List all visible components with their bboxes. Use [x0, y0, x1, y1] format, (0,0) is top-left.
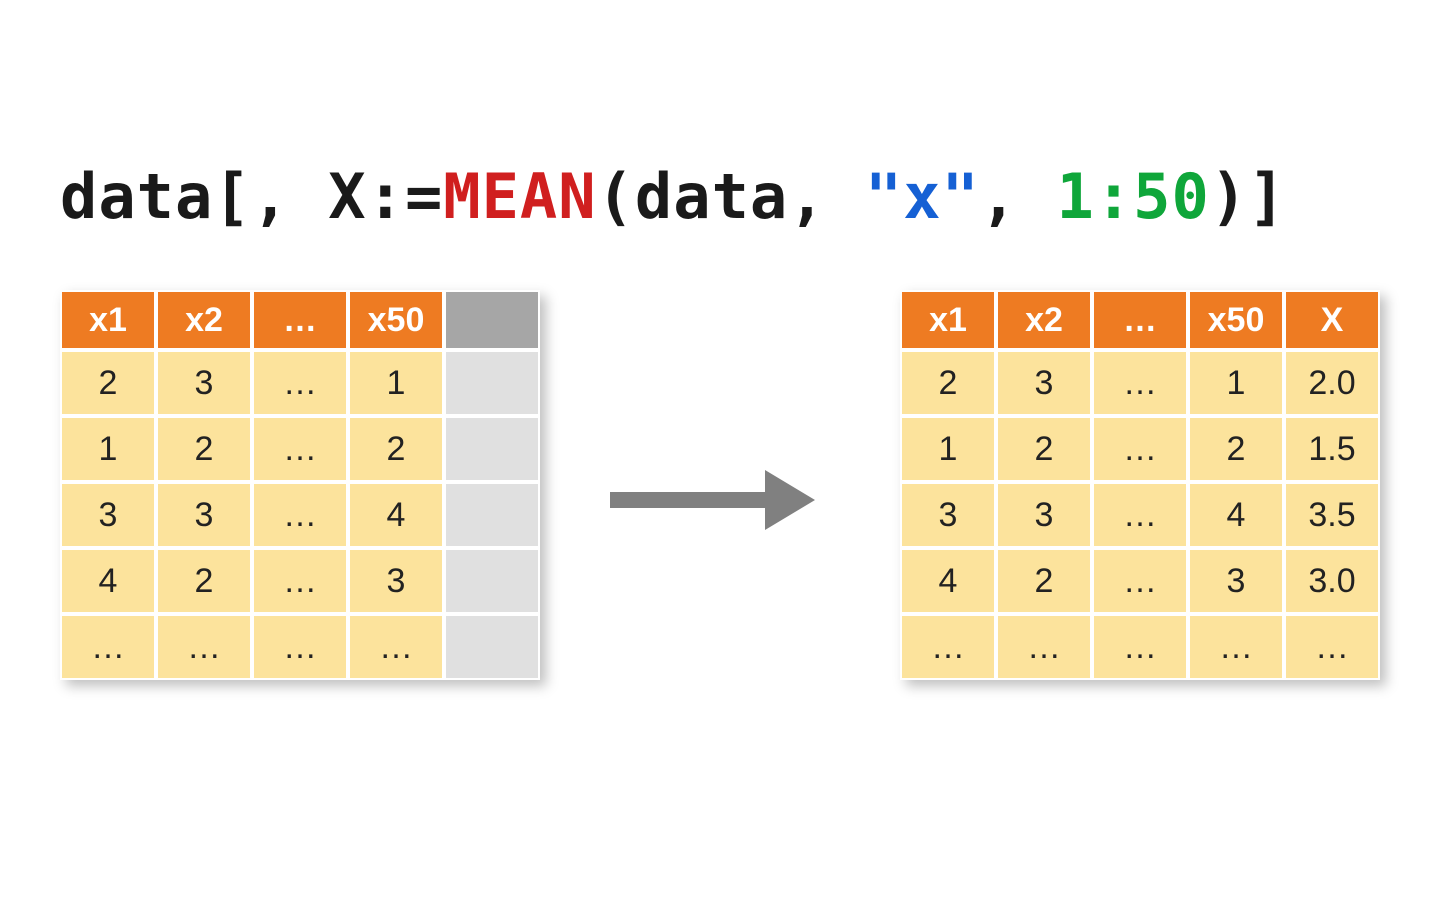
arrow-right-icon	[610, 470, 830, 530]
cell: 3.5	[1284, 482, 1380, 548]
code-mean-keyword: MEAN	[443, 160, 596, 233]
table-row: … … … …	[60, 614, 540, 680]
code-segment: )]	[1210, 160, 1287, 233]
cell: 3	[900, 482, 996, 548]
table-header-row: x1 x2 … x50 X	[900, 290, 1380, 350]
cell: …	[1092, 350, 1188, 416]
cell: 2	[996, 548, 1092, 614]
cell: …	[252, 614, 348, 680]
col-header: x50	[348, 290, 444, 350]
cell: 4	[348, 482, 444, 548]
cell-blank	[444, 350, 540, 416]
col-header: …	[1092, 290, 1188, 350]
table-row: 1 2 … 2	[60, 416, 540, 482]
cell: 3	[348, 548, 444, 614]
cell: 4	[900, 548, 996, 614]
table-row: 3 3 … 4 3.5	[900, 482, 1380, 548]
cell: 3.0	[1284, 548, 1380, 614]
cell: 4	[1188, 482, 1284, 548]
table-header-row: x1 x2 … x50	[60, 290, 540, 350]
cell: …	[252, 350, 348, 416]
cell: …	[252, 482, 348, 548]
cell: 3	[156, 482, 252, 548]
cell: …	[900, 614, 996, 680]
cell: …	[1092, 614, 1188, 680]
cell: 2	[348, 416, 444, 482]
cell: 4	[60, 548, 156, 614]
cell: 2	[156, 548, 252, 614]
cell-blank	[444, 614, 540, 680]
cell: …	[1092, 416, 1188, 482]
cell: …	[348, 614, 444, 680]
cell: 3	[156, 350, 252, 416]
col-header: x1	[60, 290, 156, 350]
diagram-stage: data[, X:=MEAN(data, "x", 1:50)] x1 x2 ……	[0, 0, 1440, 900]
cell: 1.5	[1284, 416, 1380, 482]
cell-blank	[444, 482, 540, 548]
cell: 2	[60, 350, 156, 416]
cell: …	[60, 614, 156, 680]
cell: 1	[1188, 350, 1284, 416]
table-row: 4 2 … 3 3.0	[900, 548, 1380, 614]
col-header-blank	[444, 290, 540, 350]
cell: …	[1092, 548, 1188, 614]
code-string-literal: "x"	[865, 160, 980, 233]
col-header: …	[252, 290, 348, 350]
col-header: x1	[900, 290, 996, 350]
cell: 2.0	[1284, 350, 1380, 416]
col-header: x2	[996, 290, 1092, 350]
table-row: 1 2 … 2 1.5	[900, 416, 1380, 482]
code-segment: (data,	[597, 160, 865, 233]
cell: 2	[1188, 416, 1284, 482]
cell: 1	[60, 416, 156, 482]
cell: 2	[996, 416, 1092, 482]
table-row: … … … … …	[900, 614, 1380, 680]
code-segment: data[, X:=	[60, 160, 443, 233]
cell: …	[252, 548, 348, 614]
cell: …	[1092, 482, 1188, 548]
cell: …	[1188, 614, 1284, 680]
code-segment: ,	[980, 160, 1057, 233]
table-row: 3 3 … 4	[60, 482, 540, 548]
cell: 2	[156, 416, 252, 482]
cell: 2	[900, 350, 996, 416]
code-range-literal: 1:50	[1057, 160, 1210, 233]
table-row: 2 3 … 1	[60, 350, 540, 416]
col-header: x2	[156, 290, 252, 350]
cell: …	[1284, 614, 1380, 680]
cell-blank	[444, 548, 540, 614]
col-header: x50	[1188, 290, 1284, 350]
cell: 3	[996, 482, 1092, 548]
cell-blank	[444, 416, 540, 482]
cell: 1	[348, 350, 444, 416]
arrow-container	[540, 290, 900, 680]
table-row: 4 2 … 3	[60, 548, 540, 614]
cell: 3	[60, 482, 156, 548]
code-expression: data[, X:=MEAN(data, "x", 1:50)]	[60, 160, 1287, 233]
input-table: x1 x2 … x50 2 3 … 1 1 2 …	[60, 290, 540, 680]
cell: …	[252, 416, 348, 482]
col-header: X	[1284, 290, 1380, 350]
cell: 1	[900, 416, 996, 482]
table-row: 2 3 … 1 2.0	[900, 350, 1380, 416]
tables-row: x1 x2 … x50 2 3 … 1 1 2 …	[60, 290, 1380, 680]
output-table: x1 x2 … x50 X 2 3 … 1 2.0 1 2	[900, 290, 1380, 680]
cell: …	[996, 614, 1092, 680]
cell: 3	[1188, 548, 1284, 614]
cell: 3	[996, 350, 1092, 416]
cell: …	[156, 614, 252, 680]
